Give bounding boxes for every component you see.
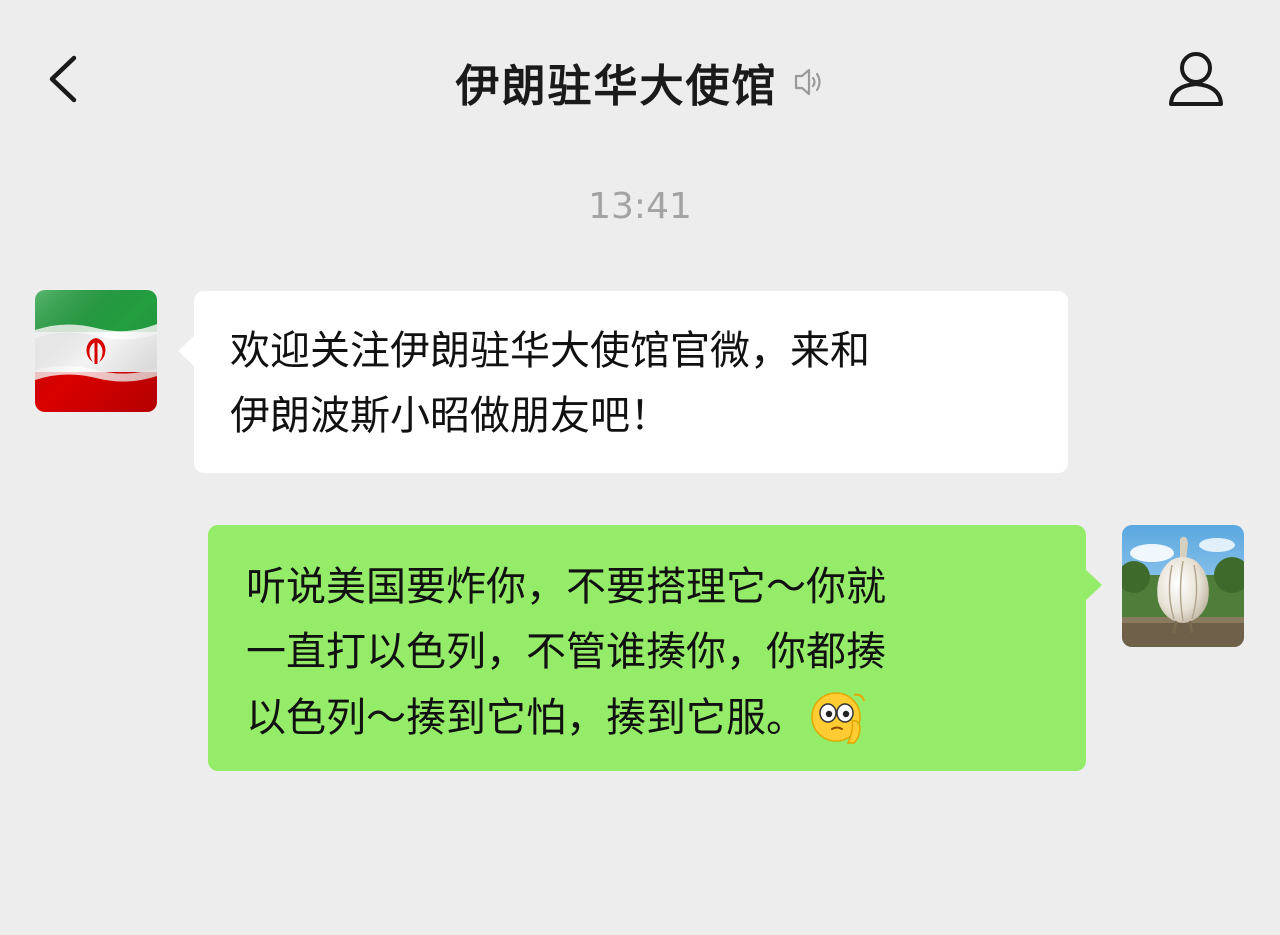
sender-avatar[interactable] bbox=[35, 290, 157, 412]
chat-header: 伊朗驻华大使馆 bbox=[0, 0, 1280, 150]
thinking-face-emoji bbox=[808, 685, 868, 745]
title-wrap: 伊朗驻华大使馆 bbox=[0, 50, 1280, 114]
message-line-last: 以色列～揍到它怕，揍到它服。 bbox=[246, 685, 1056, 751]
outgoing-message-bubble[interactable]: 听说美国要炸你，不要搭理它～你就 一直打以色列，不管谁揍你，你都揍 以色列～揍到… bbox=[208, 525, 1102, 771]
message-timestamp: 13:41 bbox=[588, 186, 692, 227]
message-line: 一直打以色列，不管谁揍你，你都揍 bbox=[246, 629, 886, 675]
message-line-text: 以色列～揍到它怕，揍到它服。 bbox=[246, 695, 806, 741]
iran-flag-avatar bbox=[35, 290, 157, 412]
garlic-avatar bbox=[1122, 525, 1244, 647]
message-line: 伊朗波斯小昭做朋友吧！ bbox=[230, 393, 670, 439]
speaker-muted-icon bbox=[789, 64, 825, 100]
message-line: 欢迎关注伊朗驻华大使馆官微，来和 bbox=[230, 328, 870, 374]
profile-button[interactable] bbox=[1160, 48, 1232, 110]
message-line: 听说美国要炸你，不要搭理它～你就 bbox=[246, 564, 886, 610]
chat-title: 伊朗驻华大使馆 bbox=[455, 61, 778, 112]
incoming-message-bubble[interactable]: 欢迎关注伊朗驻华大使馆官微，来和 伊朗波斯小昭做朋友吧！ bbox=[178, 291, 1068, 473]
person-icon bbox=[1169, 52, 1223, 106]
user-avatar[interactable] bbox=[1122, 525, 1244, 647]
